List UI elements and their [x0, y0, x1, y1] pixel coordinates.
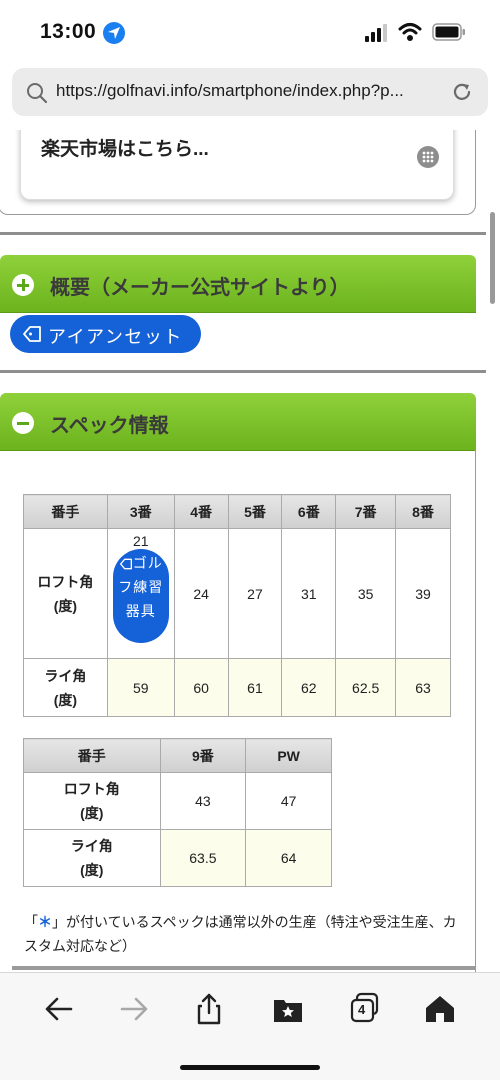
location-arrow-icon	[103, 22, 125, 44]
bookmarks-icon[interactable]	[270, 991, 306, 1027]
page-content: 楽天市場はこちら... 概要（メーカー公式サイトより） アイアンセット スペック…	[0, 130, 500, 972]
lie-unit: (度)	[80, 862, 104, 878]
table-cell: 39	[395, 528, 451, 659]
table-cell: 35	[335, 528, 397, 659]
address-bar[interactable]: https://golfnavi.info/smartphone/index.p…	[12, 68, 488, 116]
note-prefix: 「	[24, 914, 38, 930]
tag-icon	[23, 326, 41, 342]
grid-icon[interactable]	[417, 146, 439, 168]
rakuten-link-label[interactable]: 楽天市場はこちら...	[41, 134, 209, 161]
overview-section-title: 概要（メーカー公式サイトより）	[50, 277, 350, 299]
spec-section-header[interactable]: スペック情報	[0, 393, 476, 451]
tabs-icon[interactable]: 4	[346, 991, 382, 1027]
tag-icon	[119, 558, 132, 570]
lie-label: ライ角	[70, 838, 113, 854]
forward-arrow-icon[interactable]	[116, 991, 152, 1027]
table-cell: 27	[227, 528, 283, 659]
section-divider	[0, 370, 486, 373]
table-cell: 63.5	[159, 829, 247, 887]
row-label: ロフト角 (度)	[23, 528, 108, 659]
battery-icon	[432, 23, 465, 41]
table-header-cell: 番手	[23, 738, 161, 773]
browser-address-area: https://golfnavi.info/smartphone/index.p…	[0, 62, 500, 130]
back-arrow-icon[interactable]	[41, 991, 77, 1027]
status-bar: 13:00	[0, 0, 500, 62]
share-icon[interactable]	[191, 991, 227, 1027]
row-label: ライ角 (度)	[23, 658, 108, 717]
loft-label: ロフト角	[37, 573, 94, 590]
table-header-cell: PW	[245, 738, 332, 773]
row-label: ライ角 (度)	[23, 829, 161, 887]
search-icon	[27, 83, 48, 104]
signal-icon	[365, 24, 387, 42]
loft-unit: (度)	[53, 597, 78, 614]
tabs-count: 4	[358, 1002, 366, 1017]
scrollbar[interactable]	[490, 212, 495, 304]
section-divider	[12, 966, 476, 970]
reload-icon[interactable]	[450, 80, 474, 104]
table-row-loft: ロフト角 (度) 43 47	[23, 772, 332, 830]
table-header-cell: 3番	[106, 494, 175, 529]
note-text: 」が付いているスペックは通常以外の生産（特注や受注生産、カスタム対応など）	[24, 914, 457, 954]
minus-circle-icon[interactable]	[12, 412, 34, 434]
table-cell: 31	[281, 528, 337, 659]
table-row-loft: ロフト角 (度) 21 ゴルフ練習器具 24 27 31 35 39	[23, 528, 451, 659]
note-star: ＊	[38, 914, 52, 930]
loft-label: ロフト角	[63, 781, 120, 797]
table-cell: 60	[173, 658, 229, 717]
url-text[interactable]: https://golfnavi.info/smartphone/index.p…	[56, 81, 446, 101]
spec-section-title: スペック情報	[50, 415, 169, 437]
wifi-icon	[398, 23, 422, 41]
spec-note: 「＊」が付いているスペックは通常以外の生産（特注や受注生産、カスタム対応など）	[24, 910, 464, 958]
table-header-cell: 8番	[395, 494, 451, 529]
table-cell: 59	[106, 658, 175, 717]
table-header-row: 番手 3番 4番 5番 6番 7番 8番	[23, 494, 451, 529]
table-cell: 47	[245, 772, 332, 830]
loft-value: 21	[132, 533, 149, 549]
lie-label: ライ角	[44, 667, 87, 684]
table-header-cell: 4番	[173, 494, 229, 529]
spec-table-2: 番手 9番 PW ロフト角 (度) 43 47 ライ角 (度) 63.5 64	[23, 738, 332, 887]
table-cell: 43	[159, 772, 247, 830]
table-cell: 62.5	[335, 658, 397, 717]
iron-set-tag[interactable]: アイアンセット	[10, 315, 201, 353]
table-cell: 24	[173, 528, 229, 659]
lie-unit: (度)	[53, 691, 78, 708]
table-header-cell: 7番	[335, 494, 397, 529]
table-row-lie: ライ角 (度) 59 60 61 62 62.5 63	[23, 658, 451, 717]
loft-unit: (度)	[80, 805, 104, 821]
table-cell: 61	[227, 658, 283, 717]
table-header-cell: 9番	[159, 738, 247, 773]
row-label: ロフト角 (度)	[23, 772, 161, 830]
table-cell: 64	[245, 829, 332, 887]
plus-circle-icon[interactable]	[12, 274, 34, 296]
status-time: 13:00	[40, 20, 97, 43]
table-header-cell: 番手	[23, 494, 108, 529]
table-row-lie: ライ角 (度) 63.5 64	[23, 829, 332, 887]
rakuten-link-card[interactable]: 楽天市場はこちら...	[20, 130, 454, 200]
table-header-cell: 5番	[227, 494, 283, 529]
golf-practice-tag[interactable]: ゴルフ練習器具	[112, 549, 169, 643]
browser-toolbar: 4	[0, 972, 500, 1080]
table-header-row: 番手 9番 PW	[23, 738, 332, 773]
section-divider	[0, 232, 486, 235]
home-icon[interactable]	[422, 991, 458, 1027]
spec-table-1: 番手 3番 4番 5番 6番 7番 8番 ロフト角 (度) 21 ゴルフ練習器具…	[23, 494, 451, 717]
table-header-cell: 6番	[281, 494, 337, 529]
table-cell: 62	[281, 658, 337, 717]
table-cell: 63	[395, 658, 451, 717]
iron-set-tag-label[interactable]: アイアンセット	[48, 323, 183, 349]
home-indicator[interactable]	[180, 1065, 320, 1070]
overview-section-header[interactable]: 概要（メーカー公式サイトより）	[0, 255, 476, 313]
table-cell: 21 ゴルフ練習器具	[106, 528, 175, 659]
